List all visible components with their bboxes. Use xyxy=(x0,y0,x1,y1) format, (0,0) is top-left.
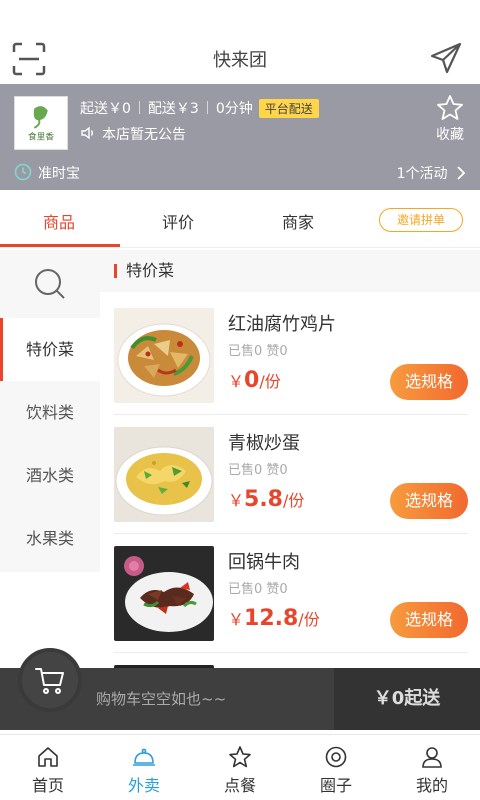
store-tabs: 商品 评价 商家 邀请拼单 xyxy=(0,190,480,248)
chevron-right-icon xyxy=(457,166,466,180)
dish-stats: 已售0 赞0 xyxy=(228,463,288,478)
timely-guarantee[interactable]: 准时宝 xyxy=(14,163,80,183)
favorite-label: 收藏 xyxy=(436,127,464,143)
category-item-drinks[interactable]: 饮料类 xyxy=(0,381,100,444)
divider xyxy=(114,533,468,534)
cart-icon xyxy=(35,668,64,694)
active-tab-indicator xyxy=(0,244,120,247)
delivery-time: 0分钟 xyxy=(215,101,253,117)
home-icon xyxy=(38,747,58,767)
nav-order[interactable]: 点餐 xyxy=(192,745,288,796)
min-order: 起送￥0 xyxy=(80,101,131,117)
delivery-fee: 配送￥3 xyxy=(147,101,199,117)
list-item[interactable]: 回锅牛肉 已售0 赞0 ￥12.8/份 选规格 xyxy=(100,546,480,666)
divider xyxy=(114,414,468,415)
dish-price: ￥5.8/份 xyxy=(228,487,305,512)
platform-delivery-badge: 平台配送 xyxy=(258,99,319,118)
dish-name: 红油腐竹鸡片 xyxy=(228,314,336,335)
bottom-navigation: 首页 外卖 点餐 圈子 我的 xyxy=(0,734,480,800)
tab-products[interactable]: 商品 xyxy=(43,209,75,233)
dish-stats: 已售0 赞0 xyxy=(228,582,288,597)
circle-icon xyxy=(325,746,347,768)
choose-spec-button[interactable]: 选规格 xyxy=(390,364,468,400)
checkout-button[interactable]: ￥0起送 xyxy=(334,668,480,730)
tab-reviews[interactable]: 评价 xyxy=(162,209,194,233)
list-item[interactable]: 青椒炒蛋 已售0 赞0 ￥5.8/份 选规格 xyxy=(100,427,480,547)
dish-image xyxy=(114,308,214,403)
clock-icon xyxy=(14,163,32,181)
dish-image xyxy=(114,546,214,641)
favorite-button[interactable]: 收藏 xyxy=(432,94,468,144)
divider xyxy=(114,652,468,653)
invite-group-order-button[interactable]: 邀请拼单 xyxy=(379,208,463,232)
dish-stats: 已售0 赞0 xyxy=(228,344,288,359)
dish-price: ￥12.8/份 xyxy=(228,606,320,631)
dish-name: 青椒炒蛋 xyxy=(228,433,300,454)
nav-profile[interactable]: 我的 xyxy=(384,745,480,796)
category-item-liquor[interactable]: 酒水类 xyxy=(0,444,100,507)
list-item[interactable]: 红油腐竹鸡片 已售0 赞0 ￥0/份 选规格 xyxy=(100,308,480,428)
section-title: 特价菜 xyxy=(100,250,480,292)
store-logo: 食里香 xyxy=(14,96,68,150)
top-header: 快来团 xyxy=(0,0,480,84)
app-screen: 快来团 食里香 起送￥0 配送￥3 0分钟 平台配送 本店暂无公告 收藏 准时宝… xyxy=(0,0,480,800)
dish-price: ￥0/份 xyxy=(228,368,281,393)
choose-spec-button[interactable]: 选规格 xyxy=(390,483,468,519)
nav-circle[interactable]: 圈子 xyxy=(288,745,384,796)
star-outline-icon xyxy=(437,95,463,120)
send-icon[interactable] xyxy=(430,42,462,74)
star-icon xyxy=(229,746,251,768)
speaker-icon xyxy=(81,126,93,140)
search-icon xyxy=(35,269,65,299)
activity-link[interactable]: 1个活动 xyxy=(397,163,466,183)
category-item-fruit[interactable]: 水果类 xyxy=(0,507,100,570)
store-delivery-info: 起送￥0 配送￥3 0分钟 平台配送 xyxy=(80,98,319,118)
user-icon xyxy=(422,747,442,768)
category-search-button[interactable] xyxy=(0,250,100,318)
svg-text:食里香: 食里香 xyxy=(28,130,54,142)
choose-spec-button[interactable]: 选规格 xyxy=(390,602,468,638)
store-notice: 本店暂无公告 xyxy=(80,124,186,144)
cloche-icon xyxy=(133,748,155,766)
cart-button[interactable] xyxy=(18,648,82,712)
tab-merchant[interactable]: 商家 xyxy=(282,209,314,233)
dish-image xyxy=(114,427,214,522)
page-title: 快来团 xyxy=(213,50,267,71)
category-sidebar: 特价菜 饮料类 酒水类 水果类 xyxy=(0,250,100,572)
store-info-bar: 食里香 起送￥0 配送￥3 0分钟 平台配送 本店暂无公告 收藏 准时宝 1个活动 xyxy=(0,84,480,190)
dish-name: 回锅牛肉 xyxy=(228,552,300,573)
nav-takeout[interactable]: 外卖 xyxy=(96,745,192,796)
cart-empty-text: 购物车空空如也~~ xyxy=(96,690,227,708)
category-item-special[interactable]: 特价菜 xyxy=(0,318,100,381)
product-list: 特价菜 红油腐竹鸡片 已售0 赞0 ￥0/份 选规格 青椒炒蛋 已售0 赞0 ￥… xyxy=(100,250,480,668)
nav-home[interactable]: 首页 xyxy=(0,745,96,796)
